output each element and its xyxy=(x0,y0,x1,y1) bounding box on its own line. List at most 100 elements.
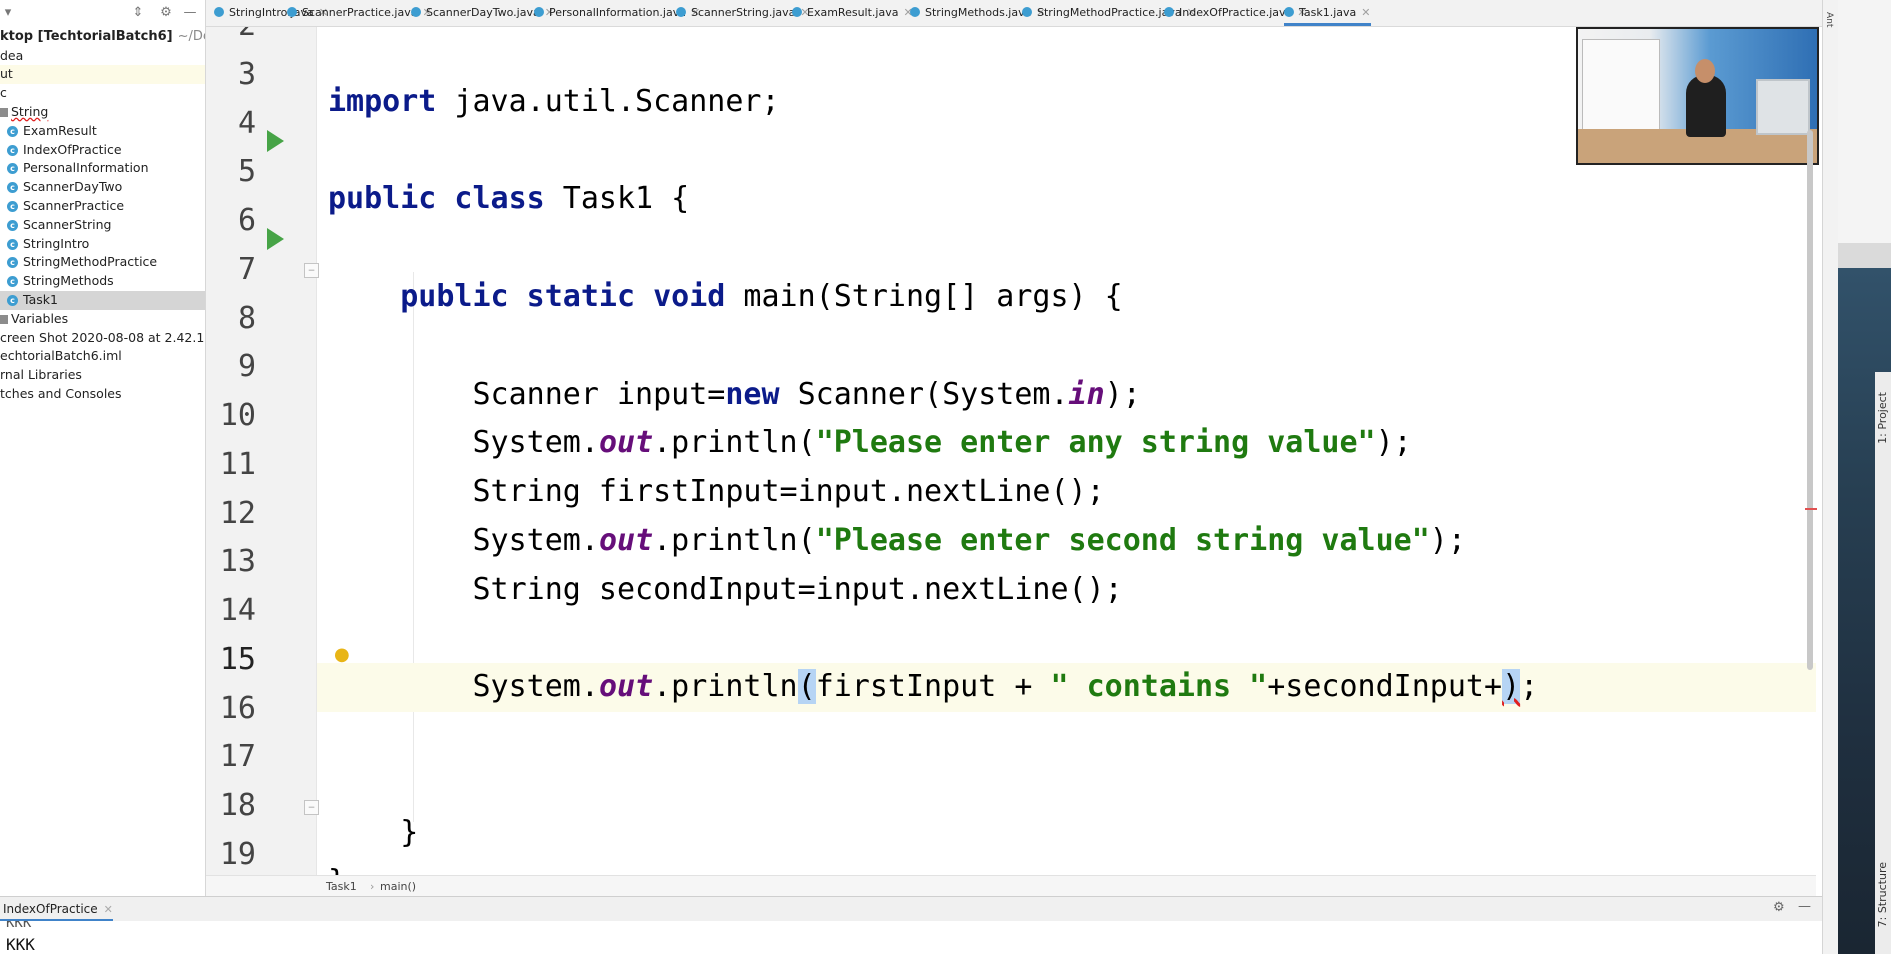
tab-label: ScannerString.java xyxy=(691,6,796,19)
project-tool-label[interactable]: 1: Project xyxy=(1876,392,1889,444)
tab-scannerstring[interactable]: ScannerString.java ✕ xyxy=(676,0,810,26)
code-line-12: System.out.println("Please enter second … xyxy=(328,523,1466,558)
project-root[interactable]: ktop [TechtorialBatch6] ~/Deskt xyxy=(0,28,205,46)
tree-item[interactable]: echtorialBatch6.iml xyxy=(0,347,205,366)
editor-scrollbar[interactable] xyxy=(1807,130,1813,670)
collapse-all-icon[interactable]: ⇕ xyxy=(130,5,146,21)
webcam-overlay xyxy=(1576,27,1819,165)
class-icon: c xyxy=(7,257,18,269)
mac-menubar xyxy=(1838,243,1891,268)
tree-item[interactable]: c StringIntro xyxy=(0,235,205,254)
tree-item-label: ut xyxy=(0,66,13,82)
structure-tool-label[interactable]: 7: Structure xyxy=(1876,862,1889,927)
java-class-icon xyxy=(534,7,544,17)
line-number: 10 xyxy=(219,398,256,433)
class-icon: c xyxy=(7,294,18,306)
class-icon: c xyxy=(7,163,18,175)
tree-item[interactable]: c ExamResult xyxy=(0,122,205,141)
tree-item-label: Task1 xyxy=(23,291,58,307)
tree-item-label: StringMethods xyxy=(23,273,114,289)
tree-item[interactable]: dea xyxy=(0,47,205,66)
tree-item-label: IndexOfPractice xyxy=(23,141,122,157)
tree-item[interactable]: c xyxy=(0,84,205,103)
breadcrumb: Task1 › main() xyxy=(206,875,1816,897)
gear-icon[interactable]: ⚙ xyxy=(158,5,174,21)
tree-item[interactable]: c ScannerDayTwo xyxy=(0,178,205,197)
tree-item[interactable]: c StringMethodPractice xyxy=(0,253,205,272)
fold-end-marker-icon[interactable]: − xyxy=(304,800,319,815)
tab-label: StringMethods.java xyxy=(925,6,1032,19)
class-icon: c xyxy=(7,182,18,194)
gutter-separator xyxy=(316,27,317,875)
run-tab-label: IndexOfPractice xyxy=(3,902,98,916)
line-number: 3 xyxy=(237,56,256,92)
console-output[interactable]: KKK KKK xyxy=(0,921,1822,954)
class-icon: c xyxy=(7,238,18,250)
class-icon: c xyxy=(7,144,18,156)
line-number: 13 xyxy=(219,544,256,580)
tree-item[interactable]: rnal Libraries xyxy=(0,366,205,385)
project-root-path: ~/Deskt xyxy=(177,29,205,44)
tree-item-label: dea xyxy=(0,47,24,63)
tab-label: PersonalInformation.java xyxy=(549,6,686,19)
tab-task1[interactable]: Task1.java ✕ xyxy=(1284,0,1371,26)
tree-item[interactable]: c PersonalInformation xyxy=(0,159,205,178)
tree-item[interactable]: creen Shot 2020-08-08 at 2.42.10 xyxy=(0,329,205,348)
close-icon[interactable]: ✕ xyxy=(104,903,113,916)
tree-item[interactable]: ut xyxy=(0,65,205,84)
breadcrumb-item-class[interactable]: Task1 xyxy=(326,876,357,897)
folder-icon xyxy=(0,107,8,117)
code-line-5: public class Task1 { xyxy=(328,181,690,216)
editor-tab-bar: StringIntro.java ✕ ScannerPractice.java ✕ Sc… xyxy=(206,0,1822,27)
line-number: 8 xyxy=(237,300,256,336)
code-editor[interactable]: 2345678910111213141516171819 − − ● impor… xyxy=(206,27,1816,875)
tab-label: Task1.java xyxy=(1299,6,1357,19)
line-number: 4 xyxy=(237,105,256,141)
tab-scannerdaytwo[interactable]: ScannerDayTwo.java ✕ xyxy=(411,0,554,26)
presenter-head xyxy=(1695,59,1715,83)
minimize-icon[interactable]: — xyxy=(182,5,198,21)
breadcrumb-item-method[interactable]: main() xyxy=(380,876,416,897)
java-class-icon xyxy=(1164,7,1174,17)
tree-item[interactable]: c StringMethods xyxy=(0,272,205,291)
ant-tool-label[interactable]: Ant xyxy=(1824,12,1834,27)
error-stripe-marker[interactable] xyxy=(1805,508,1817,510)
java-class-icon xyxy=(1022,7,1032,17)
minimize-icon[interactable]: — xyxy=(1798,899,1811,914)
class-icon: c xyxy=(7,200,18,212)
breadcrumb-separator: › xyxy=(370,880,375,893)
fold-marker-icon[interactable]: − xyxy=(304,263,319,278)
gear-icon[interactable]: ⚙ xyxy=(1773,900,1785,915)
run-main-icon[interactable] xyxy=(267,228,284,250)
code-line-15: System.out.println(firstInput + " contai… xyxy=(317,663,1816,712)
tree-item[interactable]: c ScannerPractice xyxy=(0,197,205,216)
line-number: 17 xyxy=(219,739,256,775)
close-icon[interactable]: ✕ xyxy=(1361,6,1370,19)
tree-item-label: creen Shot 2020-08-08 at 2.42.10 xyxy=(0,329,206,345)
tree-item-label: Variables xyxy=(11,310,69,326)
tree-item[interactable]: String xyxy=(0,103,205,122)
java-class-icon xyxy=(676,7,686,17)
tree-item[interactable]: Variables xyxy=(0,310,205,329)
dropdown-arrow-icon[interactable]: ▾ xyxy=(0,5,16,21)
second-ide-strip: 1: Project 7: Structure xyxy=(1875,372,1891,954)
tree-item[interactable]: c ScannerString xyxy=(0,216,205,235)
tree-item-label: tches and Consoles xyxy=(0,385,122,401)
line-number: 12 xyxy=(219,495,256,531)
tree-item[interactable]: c IndexOfPractice xyxy=(0,141,205,160)
line-number: 19 xyxy=(219,836,256,872)
run-tab[interactable]: IndexOfPractice ✕ xyxy=(0,897,113,921)
tree-item[interactable]: c Task1 xyxy=(0,290,205,310)
tab-examresult[interactable]: ExamResult.java ✕ xyxy=(792,0,913,26)
run-class-icon[interactable] xyxy=(267,130,284,152)
whiteboard xyxy=(1582,39,1660,131)
tree-item-label: ExamResult xyxy=(23,122,97,138)
console-line: KKK xyxy=(6,921,32,931)
tab-scannerpractice[interactable]: ScannerPractice.java ✕ xyxy=(287,0,432,26)
tree-item[interactable]: tches and Consoles xyxy=(0,385,205,404)
